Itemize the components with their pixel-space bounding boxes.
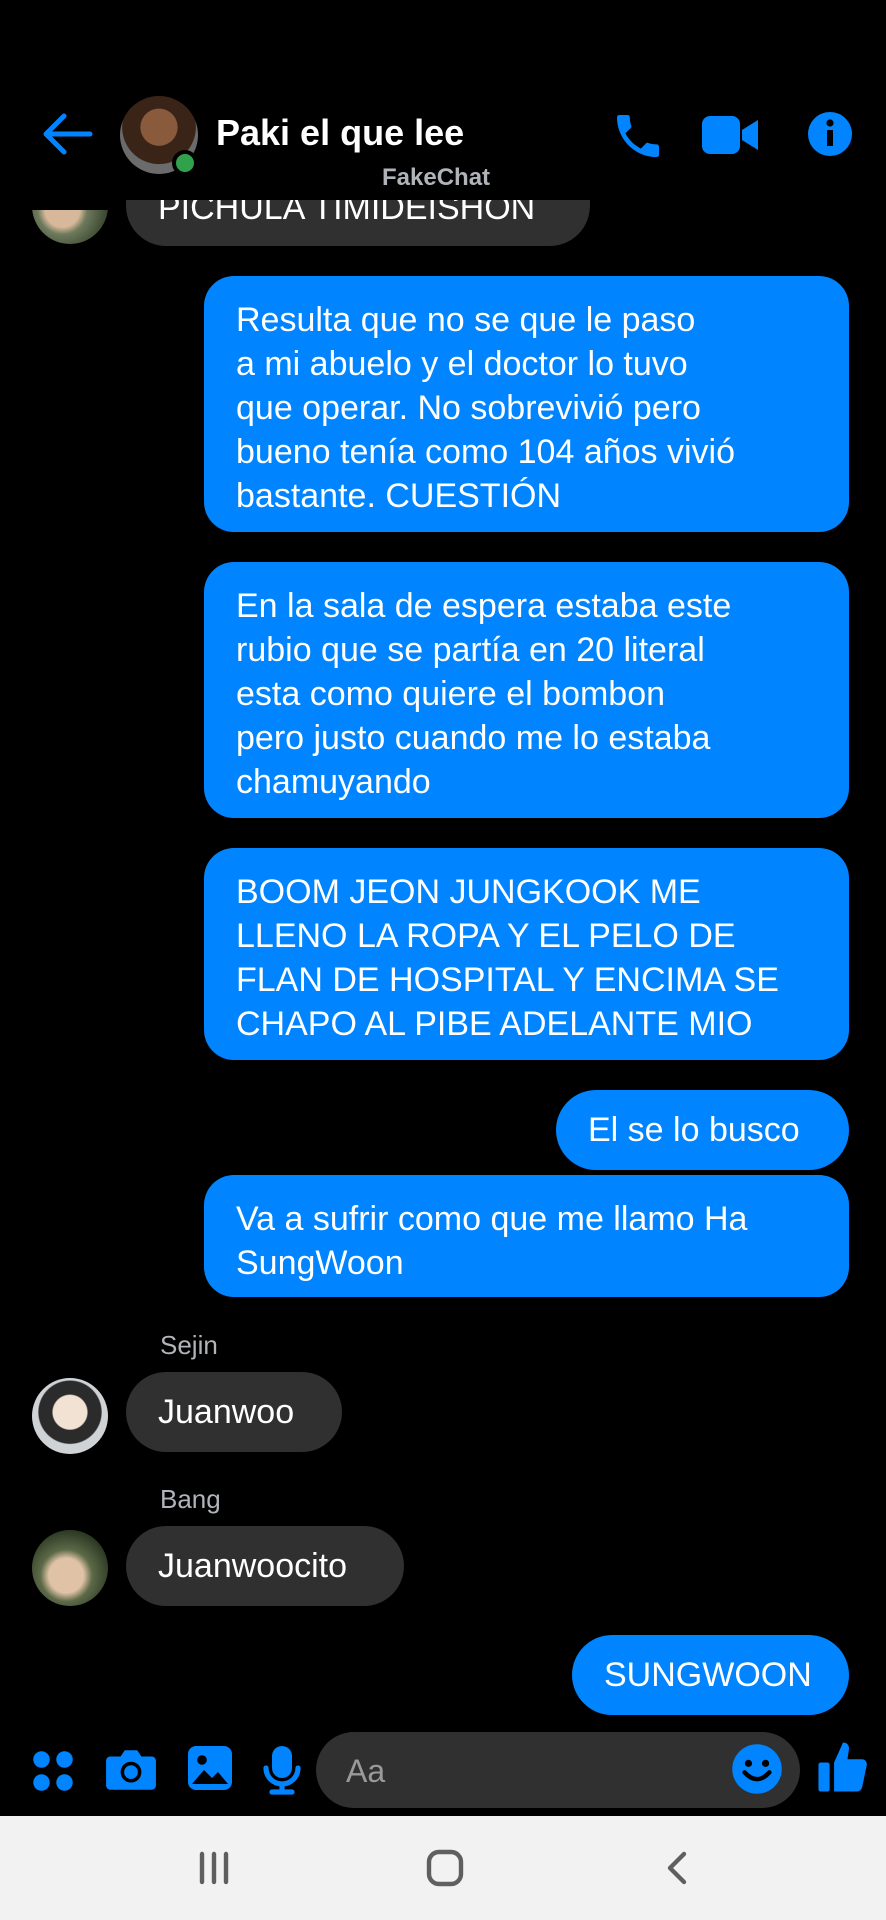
message-bubble-outgoing[interactable]: Va a sufrir como que me llamo Ha SungWoo… [204,1175,849,1297]
message-bubble-incoming[interactable]: Juanwoo [126,1372,342,1452]
thumbs-up-icon[interactable] [816,1738,870,1796]
home-icon[interactable] [425,1848,465,1888]
message-bubble-outgoing[interactable]: BOOM JEON JUNGKOOK ME LLENO LA ROPA Y EL… [204,848,849,1060]
emoji-icon[interactable] [730,1742,784,1796]
message-bubble-outgoing[interactable]: El se lo busco [556,1090,849,1170]
message-bubble-outgoing[interactable]: Resulta que no se que le paso a mi abuel… [204,276,849,532]
apps-icon[interactable] [30,1748,76,1794]
sender-avatar[interactable] [32,1530,108,1606]
message-bubble-outgoing[interactable]: SUNGWOON [572,1635,849,1715]
sender-name: Bang [160,1484,221,1514]
back-icon[interactable] [662,1850,692,1886]
microphone-icon[interactable] [262,1744,302,1796]
gallery-icon[interactable] [186,1744,234,1792]
recent-apps-icon[interactable] [196,1850,232,1886]
sender-avatar[interactable] [32,1378,108,1454]
message-bubble-outgoing[interactable]: En la sala de espera estaba este rubio q… [204,562,849,818]
camera-icon[interactable] [104,1744,158,1794]
sender-name: Sejin [160,1330,218,1360]
header-backdrop [0,0,886,200]
message-input[interactable] [344,1746,708,1796]
message-bubble-incoming[interactable]: Juanwoocito [126,1526,404,1606]
